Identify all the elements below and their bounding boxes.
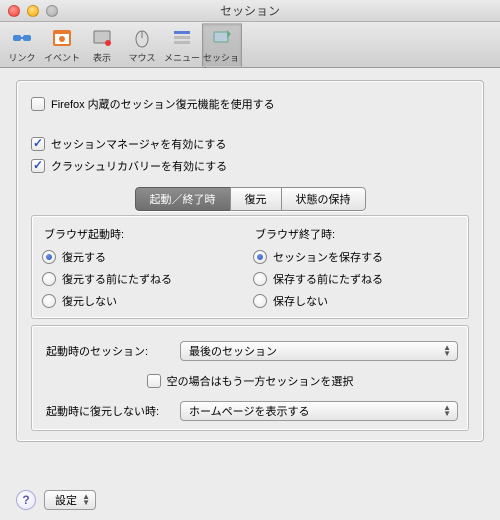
tab-restore[interactable]: 復元 <box>230 187 282 211</box>
toolbar-view[interactable]: 表示 <box>82 23 122 67</box>
startup-shutdown-group: ブラウザ起動時: 復元する 復元する前にたずねる 復元しない <box>31 215 469 319</box>
checkbox-icon <box>31 137 45 151</box>
titlebar: セッション <box>0 0 500 22</box>
radio-icon <box>42 294 56 308</box>
enable-crash-recovery-checkbox[interactable]: クラッシュリカバリーを有効にする <box>31 155 469 177</box>
checkbox-label: クラッシュリカバリーを有効にする <box>51 158 227 174</box>
chevron-updown-icon: ▲▼ <box>443 345 451 357</box>
radio-icon <box>253 272 267 286</box>
radio-label: 保存する前にたずねる <box>273 271 383 287</box>
startup-session-popup[interactable]: 最後のセッション ▲▼ <box>180 341 458 361</box>
toolbar-label: マウス <box>128 51 155 64</box>
startup-ask-radio[interactable]: 復元する前にたずねる <box>42 268 247 290</box>
enable-session-manager-checkbox[interactable]: セッションマネージャを有効にする <box>31 133 469 155</box>
toolbar-label: メニュー <box>164 51 200 64</box>
window-title: セッション <box>220 2 280 19</box>
help-icon: ? <box>22 493 29 507</box>
radio-icon <box>253 294 267 308</box>
close-button[interactable] <box>8 5 20 17</box>
startup-restore-radio[interactable]: 復元する <box>42 246 247 268</box>
toolbar-label: イベント <box>44 51 80 64</box>
settings-popup-button[interactable]: 設定 ▲▼ <box>44 490 96 510</box>
chevron-updown-icon: ▲▼ <box>82 494 90 506</box>
popup-value: ホームページを表示する <box>189 403 309 419</box>
tab-startup-shutdown[interactable]: 起動／終了時 <box>135 187 231 211</box>
browser-shutdown-label: ブラウザ終了時: <box>255 224 458 242</box>
mouse-icon <box>130 26 154 50</box>
view-icon <box>90 26 114 50</box>
content: Firefox 内蔵のセッション復元機能を使用する セッションマネージャを有効に… <box>0 68 500 520</box>
radio-icon <box>42 250 56 264</box>
radio-label: 復元する <box>62 249 106 265</box>
toolbar-session[interactable]: セッション <box>202 23 242 67</box>
shutdown-save-radio[interactable]: セッションを保存する <box>253 246 458 268</box>
toolbar-link[interactable]: リンク <box>2 23 42 67</box>
radio-icon <box>42 272 56 286</box>
toolbar-event[interactable]: イベント <box>42 23 82 67</box>
session-icon <box>210 26 234 50</box>
menu-icon <box>170 26 194 50</box>
settings-label: 設定 <box>55 492 77 508</box>
bottom-bar: ? 設定 ▲▼ <box>16 490 484 510</box>
event-icon <box>50 26 74 50</box>
toolbar: リンク イベント 表示 マウス メニュー セッション <box>0 22 500 68</box>
toolbar-label: 表示 <box>93 51 111 64</box>
checkbox-icon <box>147 374 161 388</box>
traffic-lights <box>8 5 58 17</box>
startup-none-radio[interactable]: 復元しない <box>42 290 247 312</box>
help-button[interactable]: ? <box>16 490 36 510</box>
minimize-button[interactable] <box>27 5 39 17</box>
use-firefox-builtin-checkbox[interactable]: Firefox 内蔵のセッション復元機能を使用する <box>31 93 469 115</box>
browser-startup-label: ブラウザ起動時: <box>44 224 247 242</box>
shutdown-none-radio[interactable]: 保存しない <box>253 290 458 312</box>
radio-label: 復元しない <box>62 293 117 309</box>
no-restore-popup[interactable]: ホームページを表示する ▲▼ <box>180 401 458 421</box>
section-tabs: 起動／終了時 復元 状態の保持 <box>31 187 469 211</box>
checkbox-icon <box>31 97 45 111</box>
radio-icon <box>253 250 267 264</box>
radio-label: 復元する前にたずねる <box>62 271 172 287</box>
chevron-updown-icon: ▲▼ <box>443 405 451 417</box>
checkbox-label: 空の場合はもう一方セッションを選択 <box>167 373 354 389</box>
radio-label: 保存しない <box>273 293 328 309</box>
main-groupbox: Firefox 内蔵のセッション復元機能を使用する セッションマネージャを有効に… <box>16 80 484 442</box>
tab-preserve-state[interactable]: 状態の保持 <box>281 187 366 211</box>
popup-value: 最後のセッション <box>189 343 277 359</box>
checkbox-icon <box>31 159 45 173</box>
radio-label: セッションを保存する <box>273 249 383 265</box>
toolbar-label: リンク <box>8 51 35 64</box>
toolbar-menu[interactable]: メニュー <box>162 23 202 67</box>
shutdown-ask-radio[interactable]: 保存する前にたずねる <box>253 268 458 290</box>
toolbar-mouse[interactable]: マウス <box>122 23 162 67</box>
checkbox-label: Firefox 内蔵のセッション復元機能を使用する <box>51 96 275 112</box>
link-icon <box>10 26 34 50</box>
fallback-session-checkbox[interactable]: 空の場合はもう一方セッションを選択 <box>147 373 354 389</box>
startup-options-group: 起動時のセッション: 最後のセッション ▲▼ 空の場合はもう一方セッションを選択… <box>31 325 469 431</box>
zoom-button[interactable] <box>46 5 58 17</box>
no-restore-label: 起動時に復元しない時: <box>42 403 172 419</box>
startup-session-label: 起動時のセッション: <box>42 343 172 359</box>
checkbox-label: セッションマネージャを有効にする <box>51 136 226 152</box>
